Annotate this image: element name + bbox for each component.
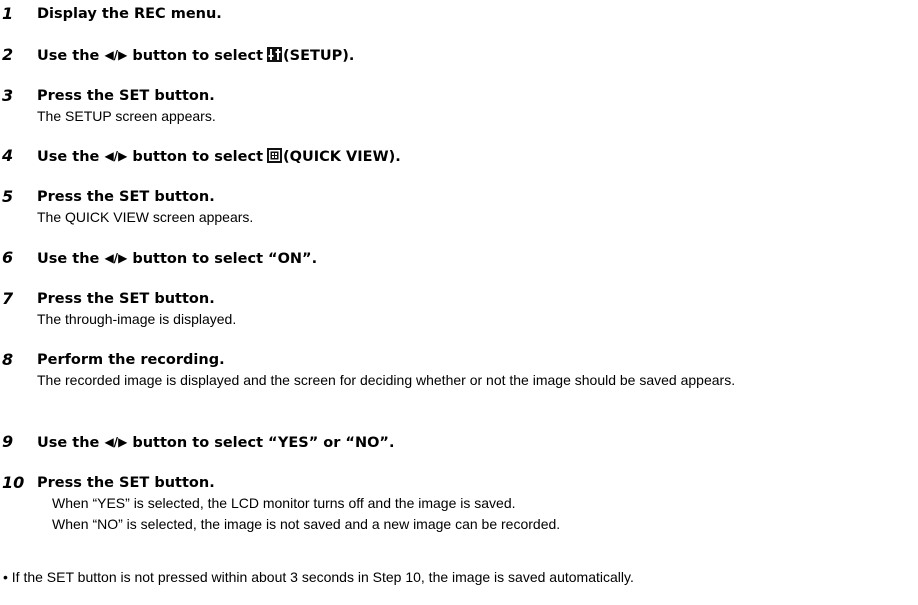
step-title: Use the ◀/▶ button to select “YES” or “N… — [37, 433, 394, 452]
instruction-page: 1 Display the REC menu. 2 Use the ◀/▶ bu… — [0, 0, 918, 605]
step-title-mid: button to select — [132, 149, 263, 165]
step-title-pre: Use the — [37, 435, 100, 451]
step-number: 7 — [2, 289, 14, 308]
step-title: Use the ◀/▶ button to select (SETUP). — [37, 46, 354, 65]
step-title: Use the ◀/▶ button to select (QUICK VIEW)… — [37, 147, 401, 166]
step-number: 5 — [2, 187, 14, 206]
step-description: The through-image is displayed. — [37, 311, 237, 327]
step-description: The SETUP screen appears. — [37, 108, 216, 124]
footnote: • If the SET button is not pressed withi… — [3, 569, 634, 585]
step-number: 10 — [2, 473, 25, 492]
step-title-mid: button to select “YES” or “NO”. — [132, 435, 395, 451]
step-title-mid: button to select — [132, 48, 263, 64]
left-right-arrow-icon: ◀/▶ — [104, 149, 128, 163]
step-number: 9 — [2, 432, 14, 451]
step-number: 3 — [2, 86, 14, 105]
step-title: Display the REC menu. — [37, 6, 222, 22]
setup-icon — [267, 47, 282, 62]
left-right-arrow-icon: ◀/▶ — [104, 435, 128, 449]
left-right-arrow-icon: ◀/▶ — [104, 251, 128, 265]
step-title: Press the SET button. — [37, 189, 215, 205]
step-number: 6 — [2, 248, 14, 267]
step-description: When “YES” is selected, the LCD monitor … — [52, 493, 912, 535]
step-description-line: When “NO” is selected, the image is not … — [52, 516, 561, 532]
step-title-mid: button to select “ON”. — [132, 251, 318, 267]
step-number: 2 — [2, 45, 14, 64]
step-number: 8 — [2, 350, 14, 369]
step-description-line: When “YES” is selected, the LCD monitor … — [52, 495, 516, 511]
step-description: The QUICK VIEW screen appears. — [37, 209, 254, 225]
step-title-pre: Use the — [37, 48, 100, 64]
step-title-pre: Use the — [37, 149, 100, 165]
step-title-post: (SETUP). — [283, 48, 355, 64]
step-description: The recorded image is displayed and the … — [37, 372, 736, 388]
step-title: Use the ◀/▶ button to select “ON”. — [37, 249, 317, 268]
step-title-post: (QUICK VIEW). — [283, 149, 401, 165]
step-title: Press the SET button. — [37, 291, 215, 307]
step-title: Perform the recording. — [37, 352, 225, 368]
step-title: Press the SET button. — [37, 88, 215, 104]
step-title-pre: Use the — [37, 251, 100, 267]
left-right-arrow-icon: ◀/▶ — [104, 48, 128, 62]
quick-view-icon — [267, 148, 282, 163]
step-title: Press the SET button. — [37, 475, 215, 491]
step-number: 4 — [2, 146, 14, 165]
step-number: 1 — [2, 4, 14, 23]
